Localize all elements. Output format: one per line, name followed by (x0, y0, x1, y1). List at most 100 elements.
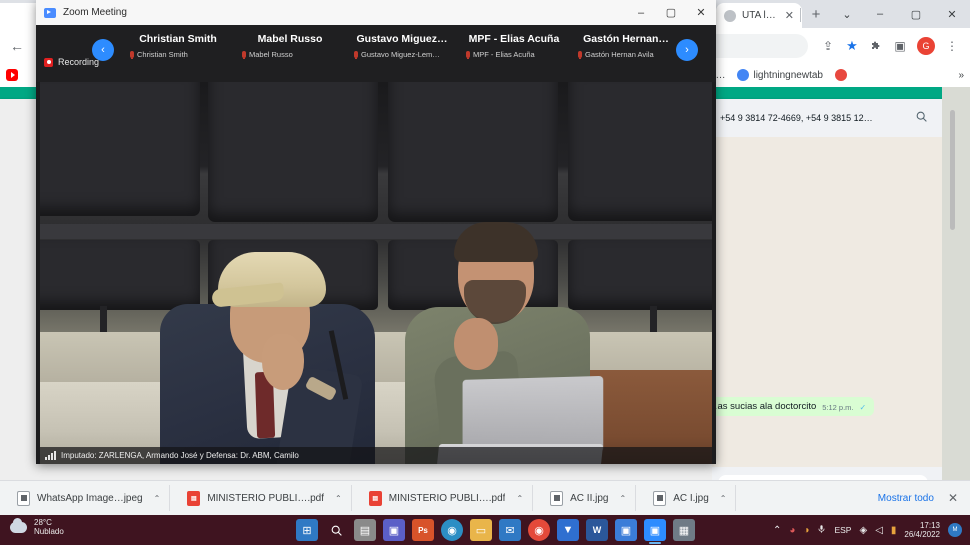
teams-chat-button[interactable]: ▣ (383, 519, 405, 541)
task-view-button[interactable]: ▤ (354, 519, 376, 541)
participant-name: Mabel Russo (257, 33, 323, 45)
minimize-button[interactable]: – (862, 0, 898, 28)
zoom-button[interactable]: ▣ (644, 519, 666, 544)
participant-thumb-label-row: Gastón Hernan Avila (570, 50, 682, 59)
bookmarks-overflow-button[interactable]: » (952, 70, 970, 81)
calculator-button[interactable]: ▦ (673, 519, 695, 541)
download-shelf: WhatsApp Image…jpeg ⌃ ▤ MINISTERIO PUBLI… (0, 480, 970, 515)
word-button[interactable]: W (586, 519, 608, 541)
share-icon[interactable]: ⇪ (816, 32, 840, 60)
download-item[interactable]: ▤ MINISTERIO PUBLI….pdf ⌃ (360, 485, 534, 511)
dropbox-button[interactable]: ▼ (557, 519, 579, 541)
chevron-up-icon[interactable]: ⌃ (150, 494, 161, 503)
bookmark-label: lightningnewtab (753, 69, 823, 81)
chevron-up-icon[interactable]: ⌃ (616, 494, 627, 503)
close-shelf-button[interactable]: ✕ (948, 491, 970, 505)
participant-name: Gustavo Miguez… (356, 33, 448, 45)
show-all-downloads-link[interactable]: Mostrar todo (878, 493, 948, 504)
tray-avatar[interactable]: M (948, 523, 962, 537)
signal-strength-icon (45, 451, 56, 460)
clock-time: 17:13 (919, 520, 940, 530)
download-filename: MINISTERIO PUBLI….pdf (388, 492, 506, 504)
weather-widget[interactable]: 28°C Nublado (10, 517, 64, 536)
back-icon[interactable]: ← (3, 32, 31, 60)
download-item[interactable]: AC II.jpg ⌃ (541, 485, 637, 511)
whatsapp-conversation-panel: +54 9 3814 72-4669, +54 9 3815 12… ⋮ …as… (698, 99, 962, 509)
zoom-app-icon (44, 7, 56, 18)
participant-thumb-label: Mabel Russo (249, 50, 293, 59)
message-text: …as sucias ala doctorcito (708, 401, 817, 412)
participant-thumbnail[interactable]: MPF - Elias Acuña MPF - Elias Acuña (458, 33, 570, 59)
maximize-button[interactable]: ▢ (656, 0, 686, 25)
bookmark-star-icon[interactable]: ★ (840, 32, 864, 60)
pdf-file-icon: ▤ (187, 490, 201, 506)
chevron-up-icon[interactable]: ⌃ (512, 494, 523, 503)
edge-button[interactable]: ◉ (441, 519, 463, 541)
new-tab-button[interactable]: + (806, 5, 826, 25)
windows-taskbar: 28°C Nublado ⊞ ▤ ▣ Ps ◉ ▭ ✉ ◉ ▼ W ▣ ▣ ▦ (0, 515, 970, 545)
chair-back (388, 82, 558, 222)
download-item[interactable]: WhatsApp Image…jpeg ⌃ (8, 485, 171, 511)
photos-button[interactable]: ▣ (615, 519, 637, 541)
image-file-icon (653, 490, 667, 506)
wifi-icon[interactable]: ◈ (859, 525, 867, 536)
minimize-button[interactable]: – (626, 0, 656, 25)
globe-icon (737, 69, 750, 81)
zoom-window-controls: – ▢ ✕ (626, 0, 716, 25)
chrome-menu-icon[interactable]: ⋮ (940, 32, 964, 60)
page-scrollbar[interactable] (950, 110, 955, 230)
whatsapp-conversation-header: +54 9 3814 72-4669, +54 9 3815 12… ⋮ (712, 99, 962, 137)
laptop-screen (462, 375, 604, 453)
participant-thumbnail[interactable]: Gustavo Miguez… Gustavo Miguez-Lem… (346, 33, 458, 59)
mail-button[interactable]: ✉ (499, 519, 521, 541)
chevron-down-icon[interactable]: ⌄ (832, 0, 862, 28)
tray-app-icon[interactable]: ◑ (803, 525, 809, 536)
extensions-icon[interactable] (864, 32, 888, 60)
participant-thumbnail[interactable]: Gastón Hernan… Gastón Hernan Avila (570, 33, 682, 59)
language-indicator[interactable]: ESP (834, 525, 851, 535)
search-icon[interactable] (325, 519, 347, 541)
chair-back (40, 82, 200, 216)
chevron-up-icon[interactable]: ⌃ (716, 494, 727, 503)
start-button[interactable]: ⊞ (296, 519, 318, 541)
participant-name: MPF - Elias Acuña (468, 33, 560, 45)
file-explorer-button[interactable]: ▭ (470, 519, 492, 541)
participant-thumb-label: Christian Smith (137, 50, 188, 59)
system-tray: ⌃ ◕ ◑ ESP ◈ ◁ ▮ 17:13 26/4/2022 M (773, 515, 962, 545)
bookmark-item[interactable] (0, 69, 28, 81)
close-button[interactable]: ✕ (934, 0, 970, 28)
close-icon[interactable]: ✕ (785, 9, 794, 22)
microphone-icon[interactable] (817, 523, 826, 538)
download-item[interactable]: ▤ MINISTERIO PUBLI….pdf ⌃ (178, 485, 352, 511)
participant-thumbnail[interactable]: Christian Smith Christian Smith (122, 33, 234, 59)
browser-tab-3[interactable]: UTA levanta el p… ✕ (716, 3, 802, 28)
chevron-up-icon[interactable]: ⌃ (331, 494, 342, 503)
whatsapp-message-area: …as sucias ala doctorcito 5:12 p.m. ✓ (698, 137, 962, 467)
profile-avatar[interactable]: G (917, 36, 935, 55)
recording-label: Recording (58, 57, 100, 67)
participant-thumbnail[interactable]: Mabel Russo Mabel Russo (234, 33, 346, 59)
download-filename: AC I.jpg (673, 492, 709, 504)
close-button[interactable]: ✕ (686, 0, 716, 25)
volume-icon[interactable]: ◁ (875, 525, 883, 536)
side-panel-icon[interactable]: ▣ (888, 32, 912, 60)
active-speaker-video[interactable]: Imputado: ZARLENGA, Armando José y Defen… (40, 82, 712, 464)
battery-icon[interactable]: ▮ (891, 525, 897, 536)
maximize-button[interactable]: ▢ (898, 0, 934, 28)
bookmark-item[interactable] (829, 69, 853, 81)
participant-thumb-label-row: Mabel Russo (234, 50, 346, 59)
video-caption-bar: Imputado: ZARLENGA, Armando José y Defen… (40, 447, 712, 464)
chrome-button[interactable]: ◉ (528, 519, 550, 541)
search-icon[interactable] (910, 110, 932, 126)
zoom-title-bar[interactable]: Zoom Meeting – ▢ ✕ (36, 0, 716, 25)
download-item[interactable]: AC I.jpg ⌃ (644, 485, 737, 511)
bookmark-item[interactable]: lightningnewtab (731, 69, 829, 81)
tray-overflow-icon[interactable]: ⌃ (773, 525, 781, 536)
tray-app-icon[interactable]: ◕ (789, 525, 795, 536)
weather-text: 28°C Nublado (34, 518, 64, 536)
chair-back (208, 82, 378, 222)
message-status-icon: ✓ (859, 403, 867, 412)
clock-widget[interactable]: 17:13 26/4/2022 (904, 521, 940, 539)
photoshop-button[interactable]: Ps (412, 519, 434, 541)
page-right-margin (942, 87, 970, 515)
